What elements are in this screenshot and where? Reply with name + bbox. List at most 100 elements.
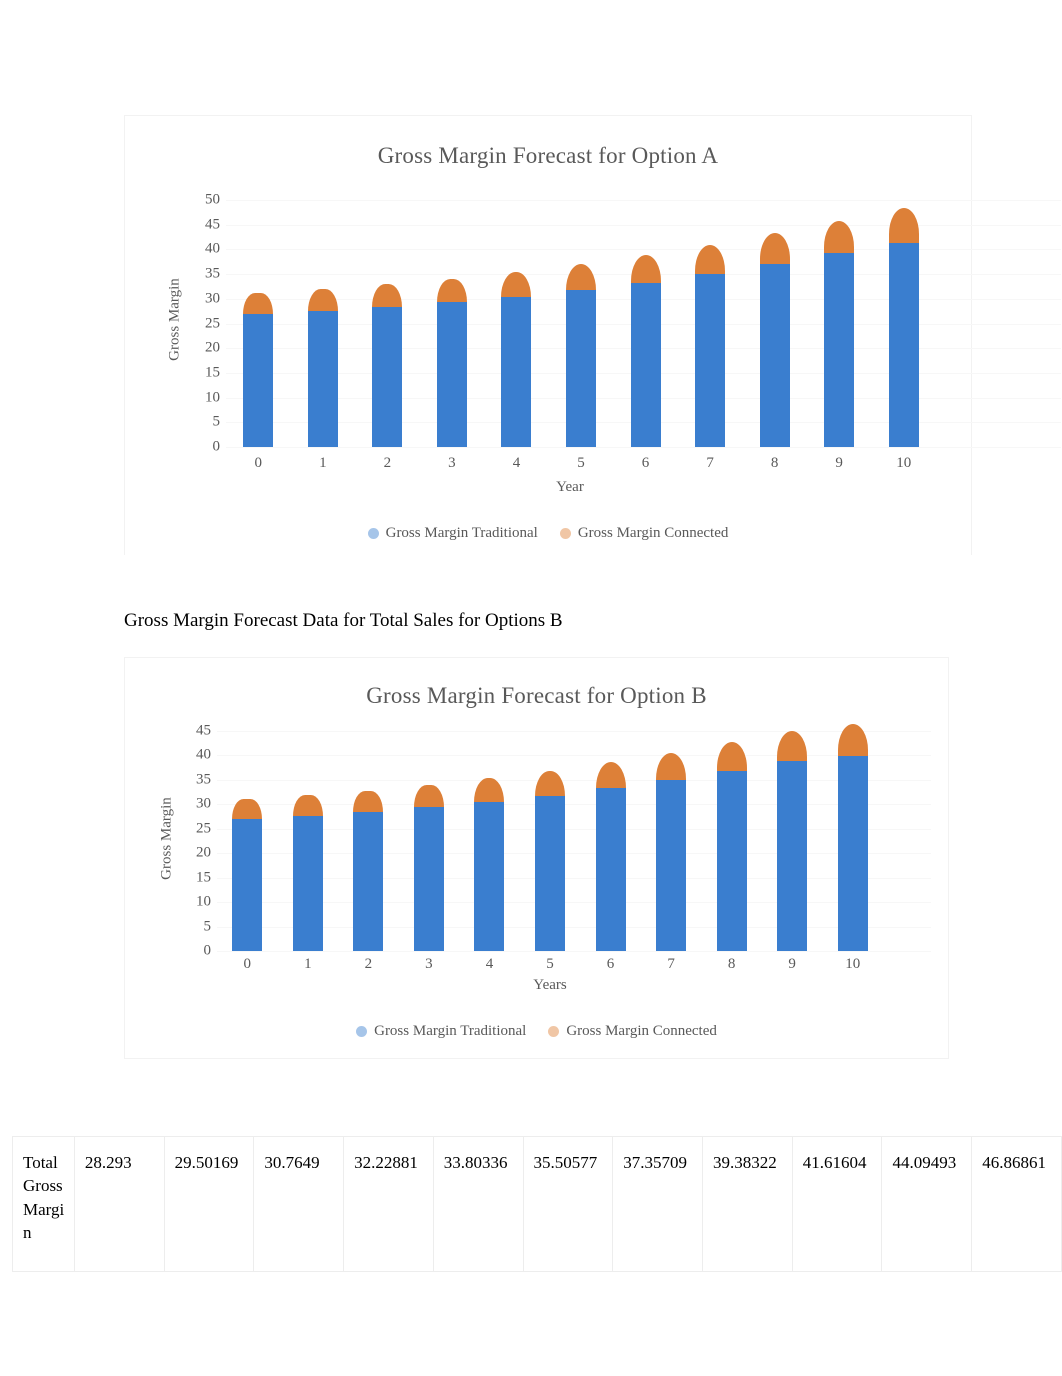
y-axis-tick-label: 30 — [196, 795, 211, 812]
x-axis-tick-label: 7 — [706, 455, 714, 471]
bar-segment-connected — [824, 220, 855, 254]
y-axis-tick-label: 10 — [196, 893, 211, 910]
chart-title-option-a: Gross Margin Forecast for Option A — [377, 143, 719, 168]
legend-swatch-icon — [356, 1026, 368, 1037]
plot-area-option-a — [226, 200, 936, 448]
bar-segment-connected — [436, 278, 467, 303]
table-cell-total-gross-margin: 33.80336 — [432, 1136, 524, 1272]
chart-title-option-b: Gross Margin Forecast for Option B — [366, 683, 707, 708]
bar-segment-traditional — [292, 815, 323, 951]
x-axis-tick-label: 0 — [243, 956, 252, 972]
y-axis-option-a: 50 45 40 35 30 25 20 15 10 5 0 — [180, 192, 221, 454]
bar-stack — [716, 731, 747, 951]
y-axis-tick-label: 5 — [212, 413, 221, 430]
bar-stack — [535, 731, 565, 951]
gridline — [883, 951, 931, 952]
table-cell-total-gross-margin: 30.7649 — [253, 1136, 345, 1272]
y-axis-tick-label: 0 — [212, 438, 221, 455]
bar-segment-connected — [353, 790, 384, 813]
bar-stack — [413, 731, 444, 951]
chart-card-option-b: Gross Margin Forecast for Option B 4 5 40 3… — [124, 657, 949, 1059]
legend-swatch-icon — [367, 528, 379, 539]
y-axis-tick-label: 0 — [203, 942, 212, 959]
bar-segment-traditional — [824, 253, 855, 447]
bar-stack — [837, 723, 868, 951]
bar-stack — [777, 730, 808, 951]
bar-stack — [501, 200, 532, 447]
gridline — [936, 274, 1061, 276]
x-axis-tick-label: 8 — [727, 956, 736, 972]
table-cell-total-gross-margin: 41.61604 — [791, 1136, 883, 1272]
y-axis-tick-label: 50 — [205, 191, 220, 208]
totals-table: Total Gross Margin 28.293 29.50169 30.7649… — [12, 1136, 1062, 1272]
gridline — [883, 926, 931, 928]
gridline — [936, 249, 1061, 251]
y-axis-tick-label: 40 — [196, 746, 211, 763]
x-axis-tick-label: 8 — [770, 455, 779, 471]
bar-segment-traditional — [474, 801, 505, 951]
x-axis-tick-label: 1 — [304, 956, 312, 972]
gridline — [883, 877, 931, 879]
plot-area-extension-option-b — [883, 731, 931, 952]
bar-segment-connected — [716, 741, 747, 771]
bar-stack — [630, 200, 661, 447]
y-axis-option-b: 45 40 35 30 25 20 15 10 5 0 — [173, 723, 212, 958]
gridline — [936, 298, 1061, 300]
bar-segment-connected — [474, 778, 505, 802]
bar-segment-connected — [630, 255, 661, 283]
x-axis-tick-label: 3 — [448, 455, 456, 471]
table-cell-total-gross-margin: 35.50577 — [522, 1136, 614, 1272]
bar-segment-traditional — [595, 788, 626, 951]
y-axis-tick-label: 10 — [205, 389, 220, 406]
x-axis-tick-label: 5 — [577, 455, 585, 471]
bar-stack — [595, 731, 626, 951]
y-axis-tick-label: 20 — [196, 844, 211, 861]
table-row: Total Gross Margin 28.293 29.50169 30.7649… — [12, 1136, 1062, 1272]
bar-stack — [232, 731, 263, 951]
gridline — [936, 348, 1061, 350]
x-axis-tick-label: 2 — [364, 956, 373, 972]
bar-segment-connected — [759, 233, 790, 265]
x-axis-tick-label: 9 — [835, 455, 843, 471]
legend-swatch-icon — [548, 1026, 560, 1037]
bar-segment-connected — [535, 770, 565, 796]
y-axis-tick-label: 5 — [203, 918, 212, 935]
y-axis-tick-label: 45 — [205, 216, 220, 233]
bar-segment-connected — [292, 795, 323, 816]
table-cell-total-gross-margin: 32.22881 — [343, 1136, 434, 1272]
x-axis-title-option-b: Years — [533, 977, 567, 993]
bar-stack — [353, 731, 384, 951]
bar-segment-connected — [243, 293, 274, 315]
bar-segment-traditional — [759, 264, 790, 447]
gridline — [936, 323, 1061, 325]
legend-item[interactable]: Gross Margin Connected — [559, 525, 728, 542]
x-axis-tick-label: 5 — [546, 956, 554, 972]
x-axis-tick-label: 6 — [641, 455, 650, 471]
gridline — [226, 447, 936, 448]
y-axis-tick-label: 15 — [205, 364, 220, 381]
x-axis-tick-label: 2 — [383, 455, 392, 471]
x-axis-tick-label: 6 — [606, 956, 615, 972]
bar-segment-connected — [232, 799, 263, 819]
table-cell-total-gross-margin: 37.35709 — [612, 1136, 703, 1272]
legend-swatch-icon — [559, 528, 571, 539]
legend-item[interactable]: Gross Margin Traditional — [356, 1023, 526, 1040]
y-axis-title-option-a: Gross Margin — [166, 278, 183, 361]
bar-segment-traditional — [243, 314, 274, 447]
legend-label: Gross Margin Traditional — [385, 525, 538, 541]
legend-item[interactable]: Gross Margin Connected — [548, 1023, 717, 1040]
y-axis-title-option-b: Gross Margin — [158, 797, 175, 880]
x-axis-tick-label: 4 — [485, 956, 494, 972]
x-axis-title-option-a: Year — [556, 479, 584, 495]
section-heading-options-b: Gross Margin Forecast Data for Total Sal… — [124, 610, 563, 631]
y-axis-tick-label: 25 — [205, 315, 220, 331]
table-cell-total-gross-margin: 29.50169 — [163, 1136, 255, 1272]
y-axis-tick-label: 25 — [196, 820, 211, 837]
legend-item[interactable]: Gross Margin Traditional — [367, 525, 538, 542]
bar-segment-traditional — [837, 755, 868, 951]
gridlines-extension-option-b — [883, 731, 931, 952]
bar-segment-traditional — [888, 242, 919, 447]
gridline — [936, 397, 1061, 399]
gridline — [883, 804, 931, 806]
y-axis-tick-label: 15 — [196, 869, 211, 886]
